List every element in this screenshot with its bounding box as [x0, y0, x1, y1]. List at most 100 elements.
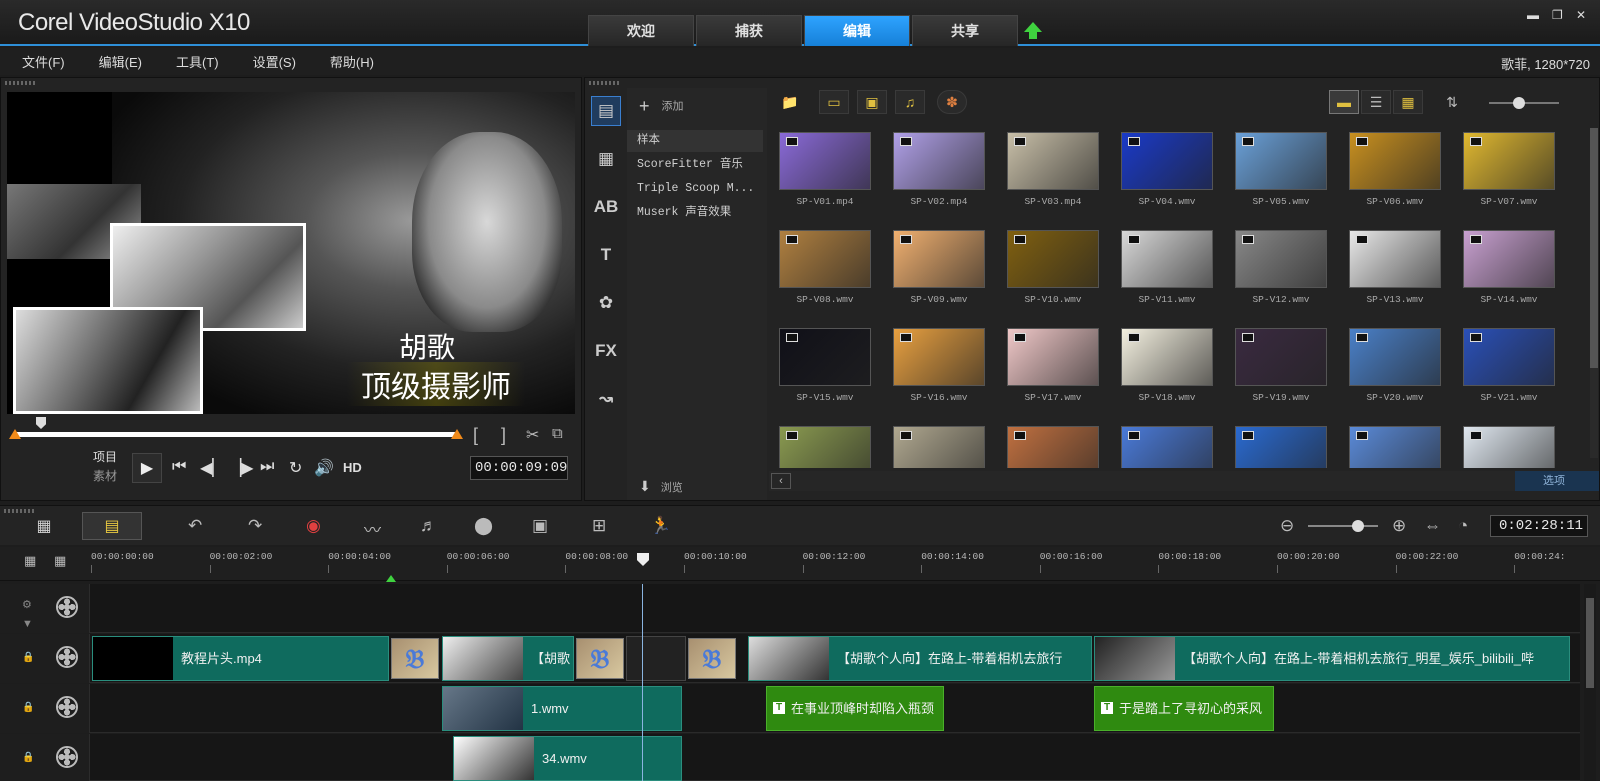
preview-screen[interactable]: 胡歌 顶级摄影师	[7, 92, 575, 414]
sort-icon[interactable]: ⇅	[1437, 90, 1467, 114]
library-thumbnail[interactable]: SP-V12.wmv	[1231, 228, 1343, 324]
list-view-icon[interactable]: ☰	[1361, 90, 1391, 114]
tab-edit[interactable]: 编辑	[804, 15, 910, 46]
repeat-icon[interactable]: ↻	[289, 458, 302, 478]
expand-arrow-icon[interactable]: ▼	[22, 618, 33, 630]
menu-settings[interactable]: 设置(S)	[253, 52, 296, 71]
library-thumbnail[interactable]	[1003, 424, 1115, 468]
transition-clip[interactable]: 𝔅	[688, 638, 736, 679]
menu-tools[interactable]: 工具(T)	[176, 52, 219, 71]
show-photos-icon[interactable]: ▣	[857, 90, 887, 114]
undo-icon[interactable]: ↶	[188, 516, 202, 536]
library-scroll-thumb[interactable]	[1590, 128, 1598, 368]
options-button[interactable]: 选项	[1515, 471, 1599, 491]
lock-icon[interactable]: 🔒	[22, 652, 34, 663]
video-clip[interactable]: 教程片头.mp4	[92, 636, 389, 681]
fit-project-icon[interactable]: ⇔	[1424, 516, 1441, 536]
mode-project[interactable]: 项目	[93, 448, 117, 467]
thumbnail-size-knob[interactable]	[1513, 97, 1525, 109]
menu-file[interactable]: 文件(F)	[22, 52, 65, 71]
library-thumbnail[interactable]	[889, 424, 1001, 468]
folder-triple-scoop[interactable]: Triple Scoop M...	[627, 178, 763, 200]
mark-out-icon[interactable]: ]	[501, 425, 506, 446]
subtitle-editor-icon[interactable]: ▣	[532, 516, 548, 536]
import-folder-icon[interactable]: 📁	[775, 90, 805, 114]
mark-in-icon[interactable]: [	[473, 425, 478, 446]
collapse-left-icon[interactable]: ‹	[771, 473, 791, 489]
library-thumbnail[interactable]	[1345, 424, 1457, 468]
preview-timecode[interactable]: 00:00:09:09	[470, 456, 568, 480]
video-clip[interactable]: 【胡歌	[442, 636, 574, 681]
previous-frame-icon[interactable]: ◀▏	[200, 458, 225, 478]
track-toggle-icon[interactable]: ⚙	[22, 598, 32, 611]
time-remapping-icon[interactable]: 🏃	[650, 516, 671, 536]
path-icon[interactable]: ↝	[591, 384, 621, 414]
library-thumbnail[interactable]: SP-V05.wmv	[1231, 130, 1343, 226]
enlarge-icon[interactable]: ⧉	[552, 425, 563, 442]
thumbnail-view-icon[interactable]: ▬	[1329, 90, 1359, 114]
folder-samples[interactable]: 样本	[627, 130, 763, 152]
media-category-icon[interactable]: ▤	[591, 96, 621, 126]
scrubber-handle[interactable]	[36, 417, 46, 429]
auto-music-icon[interactable]: ♬	[420, 516, 437, 536]
tab-welcome[interactable]: 欢迎	[588, 15, 694, 46]
record-capture-icon[interactable]: ◉	[306, 516, 321, 536]
overlay-clip[interactable]: 34.wmv	[453, 736, 682, 781]
add-folder-button[interactable]: + 添加	[639, 96, 684, 117]
show-videos-icon[interactable]: ▭	[819, 90, 849, 114]
home-icon[interactable]: ⏮	[172, 458, 186, 476]
redo-icon[interactable]: ↷	[248, 516, 262, 536]
motion-tracking-icon[interactable]: ⬤	[474, 516, 493, 536]
close-icon[interactable]: ✕	[1576, 8, 1586, 22]
library-thumbnail[interactable]: SP-V18.wmv	[1117, 326, 1229, 422]
thumbnail-size-slider[interactable]	[1489, 97, 1559, 109]
volume-icon[interactable]: 🔊	[314, 458, 334, 478]
instant-project-icon[interactable]: ▦	[591, 144, 621, 174]
library-thumbnail[interactable]: SP-V06.wmv	[1345, 130, 1457, 226]
trim-start-handle[interactable]	[9, 429, 21, 439]
trim-end-handle[interactable]	[451, 429, 463, 439]
upload-arrow-icon[interactable]	[1024, 22, 1042, 39]
library-thumbnail[interactable]: SP-V10.wmv	[1003, 228, 1115, 324]
library-thumbnail[interactable]: SP-V13.wmv	[1345, 228, 1457, 324]
grid-view-icon[interactable]: ▦	[1393, 90, 1423, 114]
restore-icon[interactable]: ❐	[1552, 8, 1563, 22]
graphic-icon[interactable]: ✿	[591, 288, 621, 318]
library-thumbnail[interactable]: SP-V02.mp4	[889, 130, 1001, 226]
panel-grip[interactable]	[5, 81, 35, 85]
library-thumbnail[interactable]: SP-V19.wmv	[1231, 326, 1343, 422]
cut-icon[interactable]: ✂	[526, 425, 539, 445]
library-thumbnail[interactable]: SP-V08.wmv	[775, 228, 887, 324]
next-frame-icon[interactable]: ▕▶	[229, 458, 254, 478]
zoom-in-icon[interactable]: ⊕	[1392, 516, 1406, 536]
library-thumbnail[interactable]	[1231, 424, 1343, 468]
scrub-bar[interactable]	[15, 432, 456, 437]
title-icon[interactable]: T	[591, 240, 621, 270]
browse-button[interactable]: ⬇ 浏览	[639, 478, 683, 495]
chapter-marker[interactable]	[386, 575, 396, 582]
sound-mixer-icon[interactable]: 〰	[364, 516, 381, 541]
video-clip[interactable]: 【胡歌个人向】在路上-带着相机去旅行_明星_娱乐_bilibili_哔	[1094, 636, 1570, 681]
library-thumbnail[interactable]: SP-V20.wmv	[1345, 326, 1457, 422]
video-clip-short[interactable]	[626, 636, 686, 681]
library-scrollbar[interactable]	[1590, 128, 1598, 458]
multi-camera-icon[interactable]: ⊞	[592, 516, 606, 536]
library-grip[interactable]	[589, 81, 619, 85]
filter-fx-icon[interactable]: FX	[591, 336, 621, 366]
end-icon[interactable]: ⏭	[260, 458, 274, 476]
menu-edit[interactable]: 编辑(E)	[99, 52, 142, 71]
timeline-ruler[interactable]: ▦ ▦ 00:00:00:00 00:00:02:00 00:00:04:00 00:…	[0, 547, 1600, 581]
transition-clip[interactable]: 𝔅	[391, 638, 439, 679]
transition-icon[interactable]: AB	[591, 192, 621, 222]
minimize-icon[interactable]: ▬	[1527, 8, 1539, 22]
lock-icon[interactable]: 🔒	[22, 702, 34, 713]
library-thumbnail[interactable]: SP-V21.wmv	[1459, 326, 1571, 422]
library-thumbnail[interactable]: SP-V16.wmv	[889, 326, 1001, 422]
library-thumbnail[interactable]	[775, 424, 887, 468]
play-button[interactable]: ▶	[132, 453, 162, 483]
library-thumbnail[interactable]: SP-V07.wmv	[1459, 130, 1571, 226]
library-thumbnail[interactable]: SP-V01.mp4	[775, 130, 887, 226]
hd-preview-button[interactable]: HD	[343, 460, 362, 475]
folder-scorefitter[interactable]: ScoreFitter 音乐	[627, 154, 763, 176]
timeline-scrollbar[interactable]	[1584, 584, 1596, 781]
